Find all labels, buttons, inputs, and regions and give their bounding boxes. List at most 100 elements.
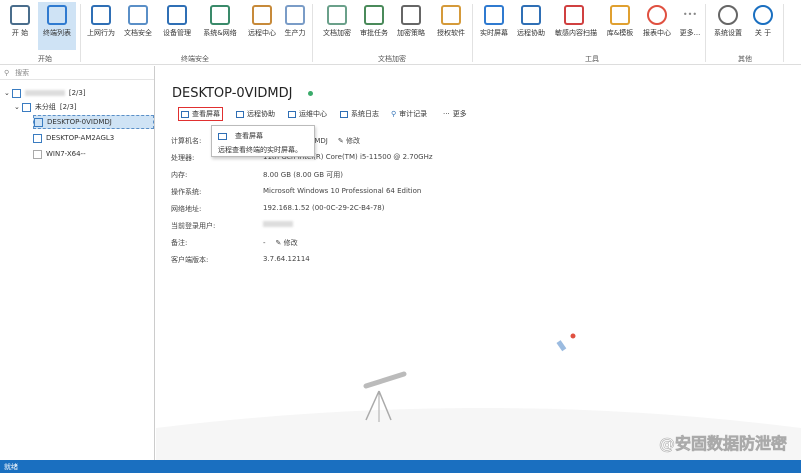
rocket-icon bbox=[556, 340, 567, 352]
telescope-tube bbox=[363, 371, 407, 389]
tree-device[interactable]: DESKTOP-0VIDMDJ bbox=[33, 115, 154, 129]
ribbon-button-label: 生产力 bbox=[284, 29, 306, 37]
ribbon-button-label: 上网行为 bbox=[87, 29, 115, 37]
ribbon-button-info[interactable]: 关 于 bbox=[744, 2, 782, 50]
system-log-button[interactable]: 系统日志 bbox=[340, 107, 379, 121]
more-icon: ••• bbox=[682, 10, 698, 19]
watermark: @安固数据防泄密 bbox=[658, 434, 788, 454]
ribbon-button-label: 远程协助 bbox=[517, 29, 545, 37]
ribbon-button-label: 更多... bbox=[679, 29, 701, 37]
field-label: 备注: bbox=[171, 239, 188, 247]
field-value-text: - bbox=[263, 239, 266, 247]
computer-online-icon bbox=[34, 117, 43, 127]
ribbon-button-more[interactable]: ••• 更多... bbox=[671, 2, 709, 50]
more-button[interactable]: ··· 更多 bbox=[443, 107, 467, 121]
ribbon-button-home[interactable]: 开 始 bbox=[1, 2, 39, 50]
home-icon bbox=[10, 5, 30, 25]
web-behavior-icon bbox=[91, 5, 111, 25]
network-icon bbox=[11, 88, 21, 98]
doc-encrypt-icon bbox=[327, 5, 347, 25]
field-value-text: Microsoft Windows 10 Professional 64 Edi… bbox=[263, 187, 422, 195]
tree-device[interactable]: DESKTOP-AM2AGL3 bbox=[33, 131, 114, 145]
tree-device[interactable]: WIN7-X64-- bbox=[33, 147, 86, 161]
field-value: 8.00 GB (8.00 GB 可用) bbox=[263, 170, 343, 180]
ribbon-button-label: 关 于 bbox=[754, 29, 772, 37]
ribbon-button-label: 设备管理 bbox=[163, 29, 191, 37]
ribbon-button-remote-assist[interactable]: 远程协助 bbox=[512, 2, 550, 50]
field-value: - ✎ 修改 bbox=[263, 238, 298, 248]
device-manage-icon bbox=[167, 5, 187, 25]
ribbon-separator bbox=[472, 4, 473, 62]
edit-label: 修改 bbox=[283, 239, 298, 247]
info-icon bbox=[753, 5, 773, 25]
field-label: 操作系统: bbox=[171, 188, 202, 196]
ribbon-button-approval[interactable]: 审批任务 bbox=[355, 2, 393, 50]
ribbon-button-terminal-list[interactable]: 终端列表 bbox=[38, 2, 76, 50]
ribbon-toolbar: 开 始终端列表 上网行为 文档安全 设备管理 系统&网络 远程中心 生产力 文档加密 审批任务加… bbox=[0, 0, 801, 65]
field-label: 内存: bbox=[171, 171, 188, 179]
more-icon: ··· bbox=[443, 110, 450, 118]
device-detail: DESKTOP-0VIDMDJ 查看屏幕 远程协助 运维中心 系统日志 ⚲ 审计记… bbox=[156, 66, 801, 460]
search-input[interactable]: ⚲ 搜索 bbox=[0, 66, 154, 80]
field-label: 客户端版本: bbox=[171, 256, 209, 264]
ribbon-button-doc-encrypt[interactable]: 文档加密 bbox=[318, 2, 356, 50]
status-bar: 就绪 bbox=[0, 460, 801, 473]
edit-link[interactable]: ✎ 修改 bbox=[338, 137, 360, 145]
gear-icon bbox=[718, 5, 738, 25]
field-value: 3.7.64.12114 bbox=[263, 255, 310, 263]
ribbon-button-realtime-screen[interactable]: 实时屏幕 bbox=[475, 2, 513, 50]
field-value: 192.168.1.52 (00-0C-29-2C-B4-78) bbox=[263, 204, 385, 212]
ribbon-button-label: 开 始 bbox=[11, 29, 29, 37]
monitor-icon bbox=[21, 102, 31, 112]
ribbon-group-label: 工具 bbox=[585, 55, 599, 63]
ribbon-button-label: 文档安全 bbox=[124, 29, 152, 37]
ribbon-group-label: 开始 bbox=[38, 55, 52, 63]
ribbon-button-library-template[interactable]: 库&模板 bbox=[601, 2, 639, 50]
field-label: 当前登录用户: bbox=[171, 222, 216, 230]
field-label: 处理器: bbox=[171, 154, 195, 162]
ribbon-button-productivity[interactable]: 生产力 bbox=[276, 2, 314, 50]
computer-online-icon bbox=[33, 133, 42, 143]
tree-group-ungrouped[interactable]: ⌄ 未分组 [2/3] bbox=[14, 100, 77, 114]
realtime-screen-icon bbox=[484, 5, 504, 25]
ribbon-button-label: 授权软件 bbox=[437, 29, 465, 37]
ribbon-separator bbox=[312, 4, 313, 62]
library-template-icon bbox=[610, 5, 630, 25]
ops-center-button[interactable]: 运维中心 bbox=[288, 107, 327, 121]
ribbon-button-authorized-software[interactable]: 授权软件 bbox=[432, 2, 470, 50]
field-label: 计算机名: bbox=[171, 137, 202, 145]
search-icon: ⚲ bbox=[391, 110, 397, 118]
view-screen-button[interactable]: 查看屏幕 bbox=[178, 107, 223, 121]
doc-security-icon bbox=[128, 5, 148, 25]
ribbon-button-label: 库&模板 bbox=[606, 29, 634, 37]
planet-dot bbox=[570, 333, 576, 339]
audit-record-button[interactable]: ⚲ 审计记录 bbox=[391, 107, 427, 121]
ribbon-button-label: 系统设置 bbox=[714, 29, 742, 37]
edit-link[interactable]: ✎ 修改 bbox=[276, 239, 298, 247]
ribbon-button-device-manage[interactable]: 设备管理 bbox=[158, 2, 196, 50]
chevron-down-icon: ⌄ bbox=[4, 89, 10, 97]
remote-assist-button[interactable]: 远程协助 bbox=[236, 107, 275, 121]
authorized-software-icon bbox=[441, 5, 461, 25]
log-icon bbox=[340, 110, 348, 118]
device-title: DESKTOP-0VIDMDJ bbox=[172, 86, 293, 101]
ribbon-button-gear[interactable]: 系统设置 bbox=[709, 2, 747, 50]
ribbon-button-label: 加密策略 bbox=[397, 29, 425, 37]
ribbon-button-label: 文档加密 bbox=[323, 29, 351, 37]
edit-icon: ✎ bbox=[275, 239, 284, 247]
ribbon-button-label: 系统&网络 bbox=[203, 29, 237, 37]
remote-icon bbox=[236, 110, 244, 118]
ribbon-button-label: 终端列表 bbox=[43, 29, 71, 37]
ribbon-button-system-network[interactable]: 系统&网络 bbox=[201, 2, 239, 50]
ribbon-button-sensitive-scan[interactable]: 敏感内容扫描 bbox=[555, 2, 597, 50]
ribbon-button-web-behavior[interactable]: 上网行为 bbox=[82, 2, 120, 50]
chevron-down-icon: ⌄ bbox=[14, 103, 20, 111]
encrypt-policy-icon bbox=[401, 5, 421, 25]
online-status-dot bbox=[308, 91, 313, 96]
ribbon-button-doc-security[interactable]: 文档安全 bbox=[119, 2, 157, 50]
tree-root[interactable]: ⌄ [2/3] bbox=[4, 86, 86, 100]
remote-center-icon bbox=[252, 5, 272, 25]
ribbon-button-encrypt-policy[interactable]: 加密策略 bbox=[392, 2, 430, 50]
field-value: Microsoft Windows 10 Professional 64 Edi… bbox=[263, 187, 421, 195]
sensitive-scan-icon bbox=[564, 5, 584, 25]
